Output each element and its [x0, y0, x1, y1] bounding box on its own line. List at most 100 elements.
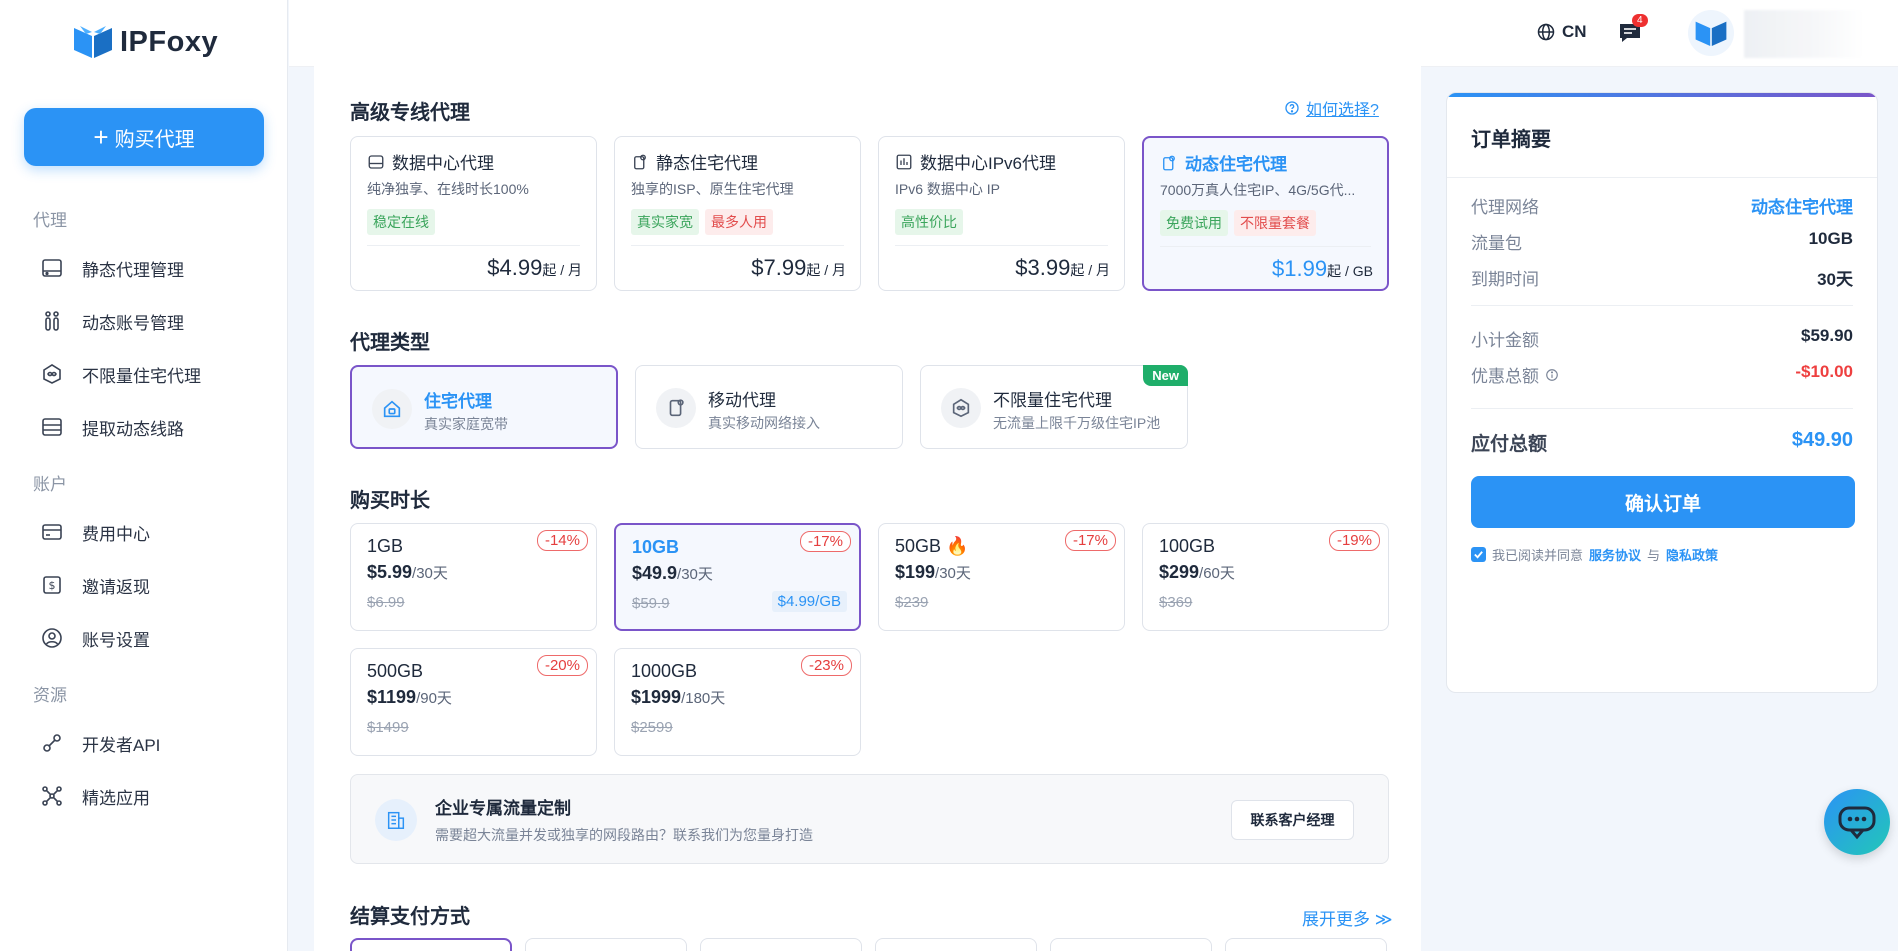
card-title: 数据中心IPv6代理: [920, 154, 1057, 173]
enterprise-desc: 需要超大流量并发或独享的网段路由？联系我们为您量身打造: [435, 827, 813, 843]
accent-line: [1447, 93, 1877, 97]
avatar[interactable]: [1688, 10, 1734, 56]
sidebar-item-label: 不限量住宅代理: [82, 366, 201, 386]
check-icon: [1474, 551, 1483, 559]
original-price: $369: [1159, 594, 1193, 611]
list-extract-icon: [42, 418, 62, 436]
type-card-mobile[interactable]: 移动代理 真实移动网络接入: [635, 365, 903, 449]
card-desc: 纯净独享、在线时长100%: [367, 181, 529, 197]
username-blurred[interactable]: [1744, 10, 1864, 58]
payment-method-tab[interactable]: [700, 938, 862, 951]
type-title: 住宅代理: [424, 392, 492, 411]
svg-text:$: $: [49, 579, 56, 592]
how-to-choose-link[interactable]: 如何选择?: [1284, 96, 1379, 120]
package-card-10gb[interactable]: 10GB $49.9/30天 $59.9 -17% $4.99/GB: [614, 523, 861, 631]
order-summary-title: 订单摘要: [1471, 129, 1551, 151]
row-value: $59.90: [1801, 326, 1853, 345]
proxy-card-static-residential[interactable]: 静态住宅代理 独享的ISP、原生住宅代理 真实家宽 最多人用 $7.99起 / 月: [614, 136, 861, 291]
divider: [1471, 305, 1853, 306]
price-value: $49.9: [632, 563, 678, 583]
original-price: $59.9: [632, 595, 670, 612]
package-card-100gb[interactable]: 100GB $299/60天 $369 -19%: [1142, 523, 1389, 631]
sidebar-item-account-settings[interactable]: 账号设置: [40, 623, 150, 653]
logo-icon: [74, 26, 112, 58]
discount-badge: -17%: [799, 531, 851, 552]
phone-location-icon: [634, 154, 646, 169]
price-unit: 起 / GB: [1327, 263, 1373, 279]
user-circle-icon: [42, 628, 62, 648]
proxy-card-datacenter[interactable]: 数据中心代理 纯净独享、在线时长100% 稳定在线 $4.99起 / 月: [350, 136, 597, 291]
type-card-residential[interactable]: 住宅代理 真实家庭宽带: [350, 365, 618, 449]
payment-method-tab[interactable]: [525, 938, 687, 951]
sidebar-item-referral[interactable]: $ 邀请返现: [40, 570, 150, 600]
payment-method-tab[interactable]: [1050, 938, 1212, 951]
row-value: 动态住宅代理: [1751, 198, 1853, 217]
package-card-1gb[interactable]: 1GB $5.99/30天 $6.99 -14%: [350, 523, 597, 631]
sidebar-item-dynamic-accounts[interactable]: 动态账号管理: [40, 306, 184, 336]
package-card-50gb[interactable]: 50GB 🔥 $199/30天 $239 -17%: [878, 523, 1125, 631]
bar-chart-icon: [896, 154, 912, 169]
package-price: $299/60天: [1159, 562, 1235, 583]
chat-bubble-icon: [1838, 806, 1876, 840]
messages-button[interactable]: 4: [1618, 14, 1648, 49]
chat-support-button[interactable]: [1824, 789, 1890, 855]
package-card-500gb[interactable]: 500GB $1199/90天 $1499 -20%: [350, 648, 597, 756]
agree-checkbox[interactable]: [1471, 547, 1486, 562]
logo[interactable]: IPFoxy: [72, 24, 218, 60]
card-price: $4.99起 / 月: [487, 255, 582, 281]
phone-location-icon: [1163, 155, 1175, 170]
buy-proxy-button[interactable]: + 购买代理: [24, 108, 264, 166]
sidebar-item-billing[interactable]: 费用中心: [40, 517, 150, 547]
contact-manager-button[interactable]: 联系客户经理: [1231, 800, 1354, 840]
type-card-unlimited[interactable]: New 不限量住宅代理 无流量上限千万级住宅IP池: [920, 365, 1188, 449]
section-title-proxy: 高级专线代理: [350, 102, 470, 124]
row-label: 流量包: [1471, 234, 1522, 253]
info-icon[interactable]: [1545, 368, 1559, 382]
payment-method-tab[interactable]: [1225, 938, 1387, 951]
tag: 高性价比: [895, 209, 963, 235]
payment-method-tab[interactable]: [350, 938, 512, 951]
confirm-order-button[interactable]: 确认订单: [1471, 476, 1855, 528]
apps-network-icon: [42, 786, 62, 806]
package-name: 50GB 🔥: [895, 536, 969, 556]
package-price: $5.99/30天: [367, 562, 448, 583]
sidebar-item-extract-lines[interactable]: 提取动态线路: [40, 412, 184, 442]
type-desc: 无流量上限千万级住宅IP池: [993, 415, 1161, 431]
discount-badge: -19%: [1328, 530, 1380, 551]
price-period: /90天: [416, 690, 452, 707]
summary-row-total: 应付总额 $49.90: [1471, 429, 1853, 456]
language-switch[interactable]: CN: [1536, 22, 1587, 42]
proxy-card-ipv6[interactable]: 数据中心IPv6代理 IPv6 数据中心 IP 高性价比 $3.99起 / 月: [878, 136, 1125, 291]
terms-of-service-link[interactable]: 服务协议: [1589, 545, 1641, 564]
package-name: 10GB: [632, 537, 680, 557]
sidebar-item-unlimited-residential[interactable]: 不限量住宅代理: [40, 359, 201, 389]
price-value: $299: [1159, 562, 1200, 582]
privacy-policy-link[interactable]: 隐私政策: [1666, 545, 1718, 564]
divider: [367, 245, 580, 246]
enterprise-banner: 企业专属流量定制 需要超大流量并发或独享的网段路由？联系我们为您量身打造 联系客…: [350, 774, 1389, 864]
sidebar-item-label: 费用中心: [82, 524, 150, 544]
row-value: -$10.00: [1795, 362, 1853, 381]
sidebar-item-static-proxy[interactable]: 静态代理管理: [40, 253, 184, 283]
proxy-card-dynamic-residential[interactable]: 动态住宅代理 7000万真人住宅IP、4G/5G代... 免费试用 不限量套餐 $…: [1142, 136, 1389, 291]
payment-method-tab[interactable]: [875, 938, 1037, 951]
original-price: $1499: [367, 719, 409, 736]
section-title-duration: 购买时长: [350, 490, 430, 512]
expand-more-link[interactable]: 展开更多 ≫: [1302, 905, 1393, 930]
sidebar-item-apps[interactable]: 精选应用: [40, 781, 150, 811]
package-card-1000gb[interactable]: 1000GB $1999/180天 $2599 -23%: [614, 648, 861, 756]
package-price: $199/30天: [895, 562, 971, 583]
order-summary-panel: 订单摘要 代理网络 动态住宅代理 流量包 10GB 到期时间 30天 小计金额 $59.…: [1446, 92, 1878, 693]
package-name: 500GB: [367, 661, 424, 681]
section-title-type: 代理类型: [350, 332, 430, 354]
discount-badge: -14%: [536, 530, 588, 551]
package-price: $1199/90天: [367, 687, 452, 708]
unit-price-badge: $4.99/GB: [771, 591, 847, 612]
sidebar-section-resources: 资源: [33, 686, 67, 705]
card-price: $7.99起 / 月: [751, 255, 846, 281]
row-value: $49.90: [1791, 429, 1853, 451]
new-badge: New: [1143, 365, 1188, 386]
sidebar-item-developer-api[interactable]: 开发者API: [40, 728, 160, 758]
sidebar-item-label: 精选应用: [82, 788, 150, 808]
sidebar: IPFoxy + 购买代理 代理 静态代理管理 动态账号管理 不限量住宅代理 提…: [0, 0, 288, 951]
